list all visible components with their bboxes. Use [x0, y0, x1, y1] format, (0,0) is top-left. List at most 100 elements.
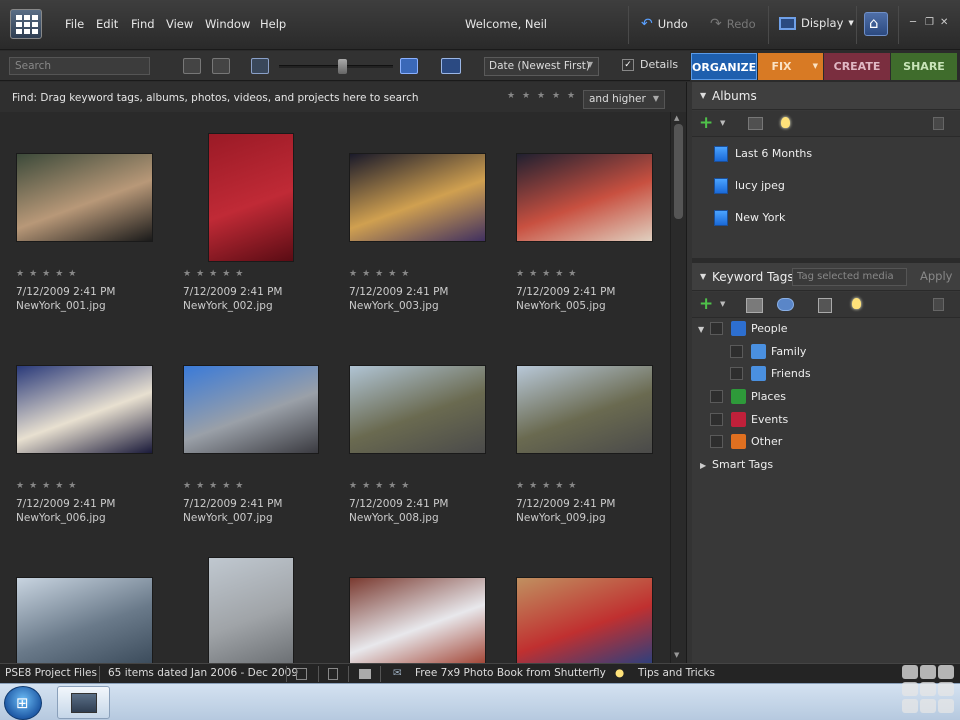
photo-thumbnail[interactable]	[16, 577, 153, 663]
scroll-up-icon[interactable]: ▲	[674, 114, 679, 122]
add-album-icon[interactable]: +	[699, 113, 713, 133]
home-button[interactable]: ⌂	[864, 12, 888, 36]
chevron-down-icon[interactable]: ▼	[720, 119, 725, 127]
photo-thumbnail[interactable]	[516, 153, 653, 242]
organizer-app-icon[interactable]	[10, 9, 42, 39]
photo-thumbnail[interactable]	[349, 365, 486, 454]
vertical-scrollbar[interactable]: ▲ ▼	[670, 112, 686, 663]
details-checkbox[interactable]: ✓	[622, 58, 634, 71]
photo-rating-stars[interactable]: ★★★★★	[516, 481, 581, 491]
expand-people-icon[interactable]: ▼	[698, 325, 704, 334]
keyword-tag-people[interactable]: People	[710, 321, 788, 336]
menu-window[interactable]: Window	[205, 17, 250, 31]
album-item[interactable]: lucy jpeg	[714, 178, 785, 194]
minimize-icon[interactable]: ─	[910, 17, 916, 28]
trash-icon[interactable]	[933, 298, 944, 311]
photo-thumbnail[interactable]	[183, 365, 319, 454]
smart-tags-row[interactable]: Smart Tags	[712, 458, 773, 471]
tag-checkbox[interactable]	[730, 367, 743, 380]
rating-star-5[interactable]: ★	[567, 91, 575, 101]
thumbnail-size-slider[interactable]	[279, 65, 393, 68]
photo-thumbnail[interactable]	[16, 153, 153, 242]
scanner-icon[interactable]	[359, 669, 371, 679]
photo-thumbnail[interactable]	[516, 365, 653, 454]
apply-button[interactable]: Apply	[920, 269, 952, 283]
lock-icon[interactable]	[328, 668, 338, 680]
rating-star-3[interactable]: ★	[537, 91, 545, 101]
photo-rating-stars[interactable]: ★★★★★	[183, 481, 248, 491]
photo-thumbnail[interactable]	[208, 557, 294, 663]
tag-checkbox[interactable]	[710, 435, 723, 448]
slider-thumb[interactable]	[338, 59, 347, 74]
keyword-tag-other[interactable]: Other	[710, 434, 782, 449]
collapse-triangle-icon[interactable]: ▼	[700, 91, 706, 100]
keyword-tag-events[interactable]: Events	[710, 412, 788, 427]
rating-star-2[interactable]: ★	[522, 91, 530, 101]
menu-file[interactable]: File	[65, 17, 84, 31]
tab-fix[interactable]: FIX ▼	[758, 53, 823, 80]
collapse-triangle-icon[interactable]: ▼	[700, 272, 706, 281]
menu-help[interactable]: Help	[260, 17, 286, 31]
lightbulb-icon[interactable]: ●	[615, 667, 624, 679]
expand-smart-tags-icon[interactable]: ▶	[700, 461, 706, 470]
keyword-tag-family[interactable]: Family	[730, 344, 806, 359]
photo-thumbnail[interactable]	[208, 133, 294, 262]
tag-checkbox[interactable]	[710, 390, 723, 403]
photo-thumbnail[interactable]	[349, 153, 486, 242]
rating-star-4[interactable]: ★	[552, 91, 560, 101]
person-tag-icon[interactable]	[818, 298, 832, 313]
edit-album-icon[interactable]	[748, 117, 763, 130]
stack-icon[interactable]	[183, 58, 201, 74]
photo-rating-stars[interactable]: ★★★★★	[516, 269, 581, 279]
cloud-tag-icon[interactable]	[777, 298, 794, 311]
menu-edit[interactable]: Edit	[96, 17, 118, 31]
photo-thumbnail[interactable]	[516, 577, 653, 663]
keyword-tag-places[interactable]: Places	[710, 389, 786, 404]
photo-rating-stars[interactable]: ★★★★★	[16, 481, 81, 491]
lightbulb-icon[interactable]	[781, 117, 790, 128]
trash-icon[interactable]	[933, 117, 944, 130]
menu-find[interactable]: Find	[131, 17, 155, 31]
full-screen-icon[interactable]	[441, 58, 461, 74]
restore-icon[interactable]: ❐	[925, 17, 934, 28]
tag-selected-media-input[interactable]: Tag selected media	[792, 268, 907, 286]
scrollbar-thumb[interactable]	[674, 124, 683, 219]
scroll-down-icon[interactable]: ▼	[674, 651, 679, 659]
tag-checkbox[interactable]	[730, 345, 743, 358]
undo-button[interactable]: ↶ Undo	[641, 16, 688, 32]
lightbulb-icon[interactable]	[852, 298, 861, 309]
keyword-tag-friends[interactable]: Friends	[730, 366, 811, 381]
display-button[interactable]: Display ▼	[779, 16, 854, 30]
filter-icon[interactable]	[296, 668, 307, 680]
version-set-icon[interactable]	[212, 58, 230, 74]
tips-link[interactable]: Tips and Tricks	[638, 667, 715, 679]
photo-rating-stars[interactable]: ★★★★★	[183, 269, 248, 279]
envelope-icon[interactable]: ✉	[393, 667, 402, 679]
tag-edit-icon[interactable]	[746, 298, 763, 313]
details-toggle[interactable]: ✓ Details	[622, 58, 678, 71]
photo-thumbnail[interactable]	[16, 365, 153, 454]
close-icon[interactable]: ✕	[940, 17, 948, 28]
sort-order-select[interactable]: Date (Newest First) ▼	[484, 57, 599, 76]
tag-checkbox[interactable]	[710, 322, 723, 335]
album-item[interactable]: Last 6 Months	[714, 146, 812, 162]
small-thumbnails-icon[interactable]	[251, 58, 269, 74]
photo-thumbnail[interactable]	[349, 577, 486, 663]
tag-checkbox[interactable]	[710, 413, 723, 426]
add-tag-icon[interactable]: +	[699, 294, 713, 314]
album-item[interactable]: New York	[714, 210, 785, 226]
photo-rating-stars[interactable]: ★★★★★	[16, 269, 81, 279]
promo-link[interactable]: Free 7x9 Photo Book from Shutterfly	[415, 667, 606, 679]
search-input[interactable]: Search	[9, 57, 150, 75]
large-thumbnails-icon[interactable]	[400, 58, 418, 74]
taskbar-organizer-button[interactable]	[57, 686, 110, 719]
photo-rating-stars[interactable]: ★★★★★	[349, 269, 414, 279]
tab-create[interactable]: CREATE	[824, 53, 890, 80]
albums-header[interactable]: ▼ Albums	[692, 82, 960, 110]
find-bar[interactable]: Find: Drag keyword tags, albums, photos,…	[0, 82, 690, 112]
redo-button[interactable]: ↷ Redo	[710, 16, 756, 32]
rating-filter-select[interactable]: and higher ▼	[583, 90, 665, 109]
start-button[interactable]: ⊞	[4, 686, 42, 720]
chevron-down-icon[interactable]: ▼	[720, 300, 725, 308]
photo-rating-stars[interactable]: ★★★★★	[349, 481, 414, 491]
